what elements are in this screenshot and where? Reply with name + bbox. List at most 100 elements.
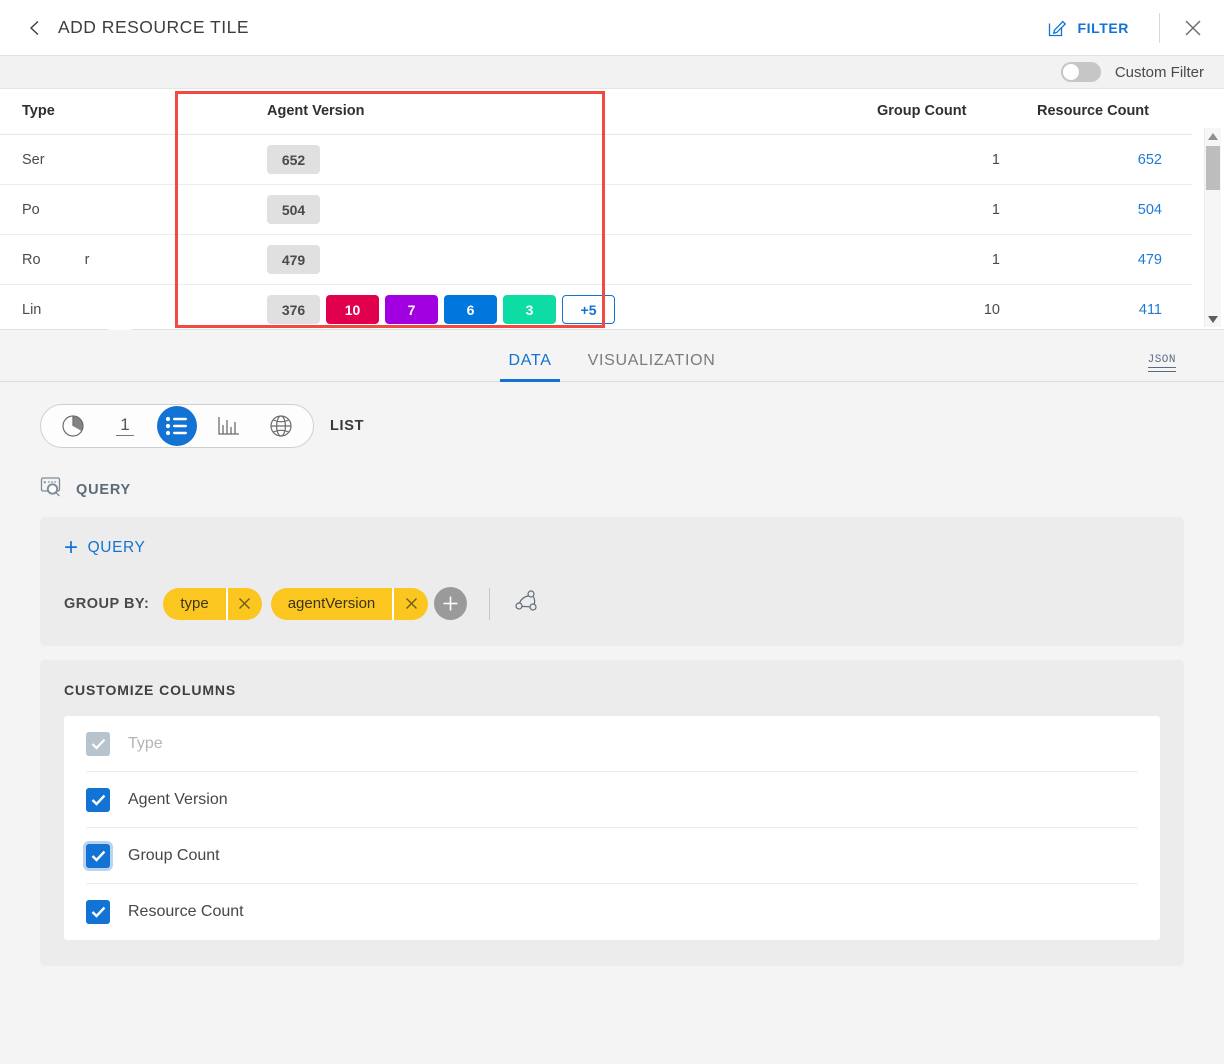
cell-group-count: 10 [865,284,1025,335]
checkbox-agent-version[interactable] [86,787,110,812]
type-value: Po [22,201,40,218]
column-header-type[interactable]: Type [0,89,205,135]
cell-agent-version: 376 10 7 6 3 +5 [205,284,865,335]
group-by-chip-agent-version: agentVersion [270,587,429,620]
cell-resource-count: 411 [1025,284,1192,335]
table-row[interactable]: Lin 376 10 7 6 3 +5 10 411 [0,284,1192,335]
agent-version-chip[interactable]: 652 [267,145,320,174]
type-value: Ro [22,251,41,268]
type-value: Lin [22,301,42,318]
agent-version-chip[interactable]: 10 [326,295,379,324]
globe-icon[interactable] [255,404,307,448]
agent-version-chip[interactable]: 376 [267,295,320,324]
custom-filter-strip: Custom Filter [0,56,1224,89]
query-section-header: QUERY [0,448,1224,503]
checkbox-type [86,731,110,756]
list-icon[interactable] [157,406,197,446]
column-option-label: Type [128,734,163,752]
viz-pill-group: 1 [40,404,314,448]
agent-version-chip[interactable]: 3 [503,295,556,324]
checkbox-group-count[interactable] [86,843,110,868]
json-icon-line [1147,370,1176,372]
column-option-label: Agent Version [128,790,228,808]
custom-filter-label: Custom Filter [1114,63,1204,81]
json-view-icon[interactable]: JSON [1147,355,1176,372]
column-header-resource-count[interactable]: Resource Count [1025,89,1192,135]
toggle-knob [1062,64,1079,80]
cell-agent-version: 479 [205,234,865,285]
redaction-overlay [105,135,135,184]
customize-columns-list: Type Agent Version Group Count Resource … [64,716,1160,940]
group-by-divider [489,587,491,620]
column-option-type[interactable]: Type [86,716,1138,772]
add-query-button[interactable]: + QUERY [64,534,146,561]
redaction-overlay [105,235,135,284]
cell-agent-version: 652 [205,134,865,185]
header-divider [1159,12,1160,43]
custom-filter-toggle[interactable] [1060,62,1101,82]
redaction-overlay [105,185,135,234]
group-by-chip-label[interactable]: agentVersion [270,587,393,620]
customize-columns-title: CUSTOMIZE COLUMNS [64,682,237,698]
agent-version-chip[interactable]: 504 [267,195,320,224]
plus-icon: + [64,534,79,561]
agent-version-chips: 376 10 7 6 3 +5 [267,295,853,324]
pie-chart-icon[interactable] [47,404,99,448]
scroll-up-arrow-icon[interactable] [1205,128,1221,144]
back-chevron-icon[interactable] [24,17,46,39]
group-by-row: GROUP BY: type agentVersion [64,587,1160,620]
resource-count-link[interactable]: 504 [1138,202,1162,218]
cell-resource-count: 479 [1025,234,1192,285]
cell-group-count: 1 [865,184,1025,235]
agent-version-chip[interactable]: 7 [385,295,438,324]
table-row[interactable]: Ro r 479 1 479 [0,234,1192,285]
close-icon[interactable] [1180,15,1206,41]
add-query-label: QUERY [87,539,146,556]
tab-data[interactable]: DATA [490,352,569,382]
resource-table: Type Agent Version Group Count Resource … [0,89,1192,335]
cell-resource-count: 504 [1025,184,1192,235]
topology-graph-icon[interactable] [512,588,542,619]
header-actions: FILTER [1037,11,1206,44]
scrollbar-thumb[interactable] [1206,146,1220,190]
query-section-label: QUERY [76,481,132,498]
resource-table-container: Type Agent Version Group Count Resource … [0,89,1224,335]
group-by-chip-label[interactable]: type [163,587,226,620]
column-option-group-count[interactable]: Group Count [86,828,1138,884]
resource-count-link[interactable]: 652 [1138,152,1162,168]
agent-version-chip[interactable]: 479 [267,245,320,274]
agent-version-chips: 479 [267,245,853,274]
app-header: ADD RESOURCE TILE FILTER [0,0,1224,56]
column-option-agent-version[interactable]: Agent Version [86,772,1138,828]
column-header-group-count[interactable]: Group Count [865,89,1025,135]
resource-count-link[interactable]: 411 [1139,302,1162,318]
add-group-by-button[interactable] [434,587,468,620]
checkbox-resource-count[interactable] [86,900,110,924]
cell-agent-version: 504 [205,184,865,235]
group-by-chip-remove-icon[interactable] [392,587,429,620]
resource-count-link[interactable]: 479 [1138,252,1162,268]
bar-chart-icon[interactable] [203,404,255,448]
scroll-down-arrow-icon[interactable] [1205,311,1221,327]
table-row[interactable]: Po 504 1 504 [0,184,1192,235]
group-by-chip-type: type [163,587,262,620]
tab-visualization[interactable]: VISUALIZATION [570,352,734,381]
column-option-resource-count[interactable]: Resource Count [86,884,1138,940]
agent-version-chip[interactable]: 6 [444,295,497,324]
cell-group-count: 1 [865,234,1025,285]
single-value-icon[interactable]: 1 [99,404,151,448]
table-scrollbar[interactable] [1204,128,1221,327]
column-header-agent-version[interactable]: Agent Version [205,89,865,135]
column-option-label: Group Count [128,846,220,864]
agent-version-more-chip[interactable]: +5 [562,295,615,324]
group-by-label: GROUP BY: [64,595,150,612]
filter-button[interactable]: FILTER [1037,11,1139,44]
tab-bar: DATA VISUALIZATION JSON [0,330,1224,382]
pencil-square-icon [1047,17,1068,38]
group-by-chip-remove-icon[interactable] [225,587,262,620]
table-body: Ser 652 1 652 Po 504 1 504 Ro r 479 1 47… [0,134,1192,335]
agent-version-chips: 652 [267,145,853,174]
page-title: ADD RESOURCE TILE [58,17,249,37]
table-row[interactable]: Ser 652 1 652 [0,134,1192,185]
column-option-label: Resource Count [128,903,244,920]
